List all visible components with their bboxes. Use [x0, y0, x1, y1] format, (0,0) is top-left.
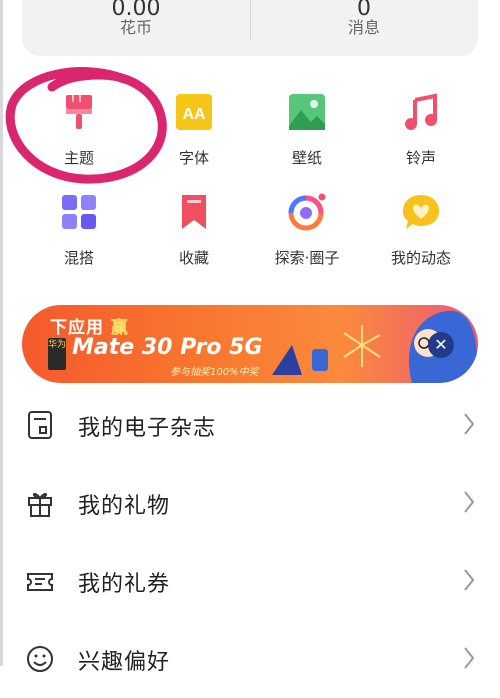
grid-item-theme[interactable]: 主题 — [24, 92, 134, 172]
stat-coins-label: 花币 — [119, 18, 152, 37]
list-label-gifts: 我的礼物 — [78, 494, 171, 519]
bookmark-icon — [182, 195, 206, 229]
grid-item-explore[interactable]: 探索·圈子 — [252, 192, 362, 272]
explore-circle-icon — [288, 193, 326, 231]
chevron-right-icon — [464, 491, 475, 513]
chevron-right-icon — [464, 569, 475, 591]
grid-label-mix: 混搭 — [63, 249, 94, 267]
grid-label-font: 字体 — [178, 149, 209, 167]
chevron-right-icon — [464, 413, 475, 435]
grid-item-favorites[interactable]: 收藏 — [139, 192, 249, 272]
gift-icon — [28, 492, 52, 517]
wallpaper-icon — [289, 94, 325, 130]
mix-grid-icon — [62, 195, 96, 229]
grid-item-ringtone[interactable]: 铃声 — [366, 92, 476, 172]
promo-banner[interactable]: 下应用 赢 华为 Mate 30 Pro 5G 参与抽奖100%中奖 — [22, 305, 478, 383]
grid-label-wallpaper: 壁纸 — [291, 149, 322, 167]
stat-coins[interactable]: 0.00 花币 — [22, 0, 250, 56]
grid-item-mix[interactable]: 混搭 — [24, 192, 134, 272]
music-note-icon — [405, 93, 437, 130]
close-icon[interactable]: ✕ — [428, 332, 454, 358]
grid-label-explore: 探索·圈子 — [274, 249, 340, 267]
coupon-icon — [27, 573, 53, 591]
heart-bubble-icon — [403, 195, 439, 229]
font-icon: AA — [176, 94, 212, 130]
banner-product: Mate 30 Pro 5G — [72, 335, 263, 360]
list-label-coupons: 我的礼券 — [78, 572, 171, 597]
smile-icon — [27, 646, 53, 672]
banner-subtext: 参与抽奖100%中奖 — [170, 367, 259, 378]
paint-brush-icon — [66, 95, 92, 129]
chevron-right-icon — [464, 647, 475, 669]
list-label-magazine: 我的电子杂志 — [78, 416, 217, 441]
grid-label-my-feed: 我的动态 — [390, 249, 451, 267]
list-item-magazine[interactable]: 我的电子杂志 — [0, 386, 500, 464]
grid-item-font[interactable]: AA 字体 — [139, 92, 249, 172]
list-item-coupons[interactable]: 我的礼券 — [0, 542, 500, 620]
banner-brand-tag: 华为 — [48, 338, 66, 370]
list-item-gifts[interactable]: 我的礼物 — [0, 464, 500, 542]
stats-card: 0.00 花币 0 消息 — [22, 0, 478, 56]
grid-label-favorites: 收藏 — [178, 249, 209, 267]
grid-item-my-feed[interactable]: 我的动态 — [366, 192, 476, 272]
magazine-icon — [28, 411, 52, 439]
stat-messages-label: 消息 — [347, 18, 380, 37]
grid-label-ringtone: 铃声 — [405, 149, 436, 167]
svg-text:AA: AA — [182, 106, 206, 123]
list-item-interests[interactable]: 兴趣偏好 — [0, 620, 500, 698]
grid-item-wallpaper[interactable]: 壁纸 — [252, 92, 362, 172]
list-label-interests: 兴趣偏好 — [78, 650, 171, 675]
stat-messages[interactable]: 0 消息 — [250, 0, 478, 56]
grid-label-theme: 主题 — [63, 149, 94, 167]
